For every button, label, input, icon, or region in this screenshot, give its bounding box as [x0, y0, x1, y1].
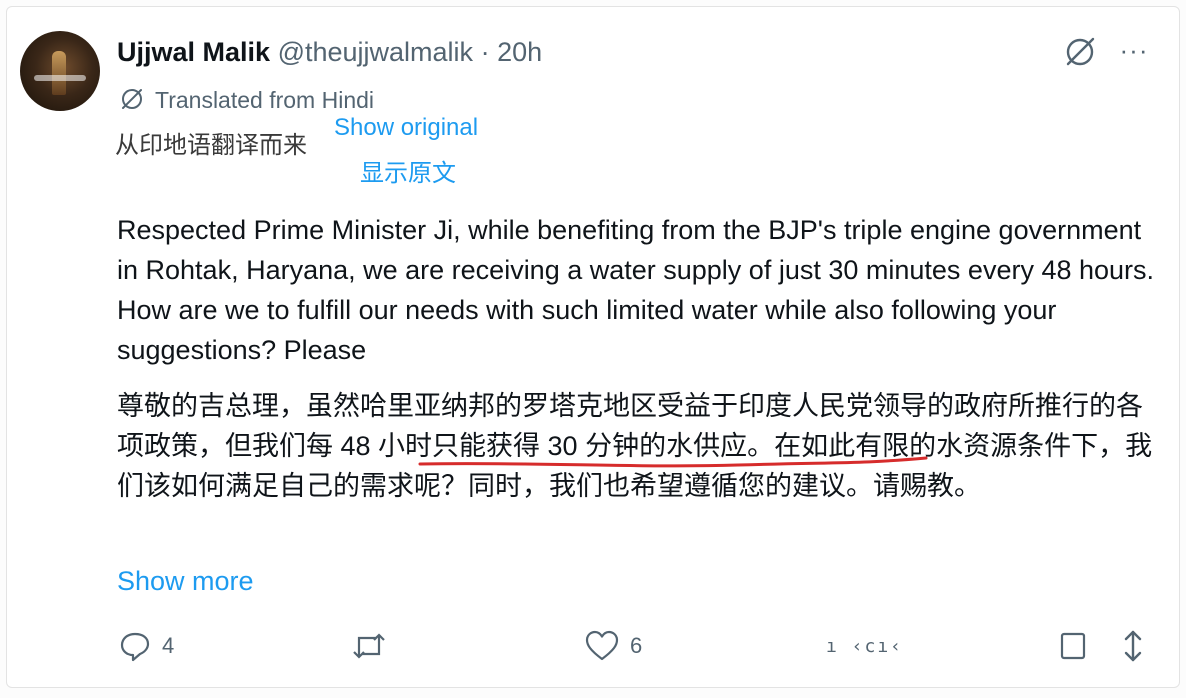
retweet-icon [353, 633, 385, 659]
translated-indicator: Translated from Hindi [117, 84, 374, 114]
show-more-link[interactable]: Show more [117, 562, 254, 600]
tweet-time[interactable]: 20h [497, 37, 542, 67]
tweet-text-chinese: 尊敬的吉总理，虽然哈里亚纳邦的罗塔克地区受益于印度人民党领导的政府所推行的各项政… [117, 391, 1153, 501]
avatar[interactable] [20, 31, 100, 111]
reply-button[interactable]: 4 [118, 626, 174, 666]
author-name[interactable]: Ujjwal Malik [117, 37, 270, 67]
bookmark-button[interactable] [1058, 626, 1088, 666]
views-button[interactable]: ı ‹cı‹ [826, 626, 903, 666]
translated-label: Translated from Hindi [155, 87, 375, 113]
avatar-figure [52, 51, 66, 95]
translate-icon [122, 89, 142, 109]
translated-annotation-zh: 从印地语翻译而来 [115, 132, 307, 159]
show-original-link[interactable]: Show original [334, 112, 478, 144]
highlight-underline [418, 456, 928, 468]
header-separator: · [480, 37, 490, 67]
tweet-header: Ujjwal Malik @theujjwalmalik · 20h [117, 34, 542, 70]
reply-count: 4 [162, 633, 175, 658]
grok-icon[interactable] [1060, 32, 1100, 72]
retweet-button[interactable] [350, 626, 398, 666]
like-count: 6 [630, 633, 643, 658]
avatar-caption [34, 75, 86, 81]
reply-icon [120, 632, 150, 662]
like-button[interactable]: 6 [584, 626, 642, 666]
share-button[interactable] [1120, 626, 1146, 666]
share-icon [1124, 630, 1142, 662]
author-handle[interactable]: @theujjwalmalik [278, 37, 473, 67]
bookmark-icon [1060, 632, 1086, 660]
views-icon: ı ‹cı‹ [826, 635, 904, 657]
tweet-text-english: Respected Prime Minister Ji, while benef… [117, 215, 1155, 365]
like-icon [585, 630, 619, 661]
show-original-annotation-zh: 显示原文 [360, 160, 456, 187]
more-icon[interactable]: ··· [1114, 36, 1154, 68]
